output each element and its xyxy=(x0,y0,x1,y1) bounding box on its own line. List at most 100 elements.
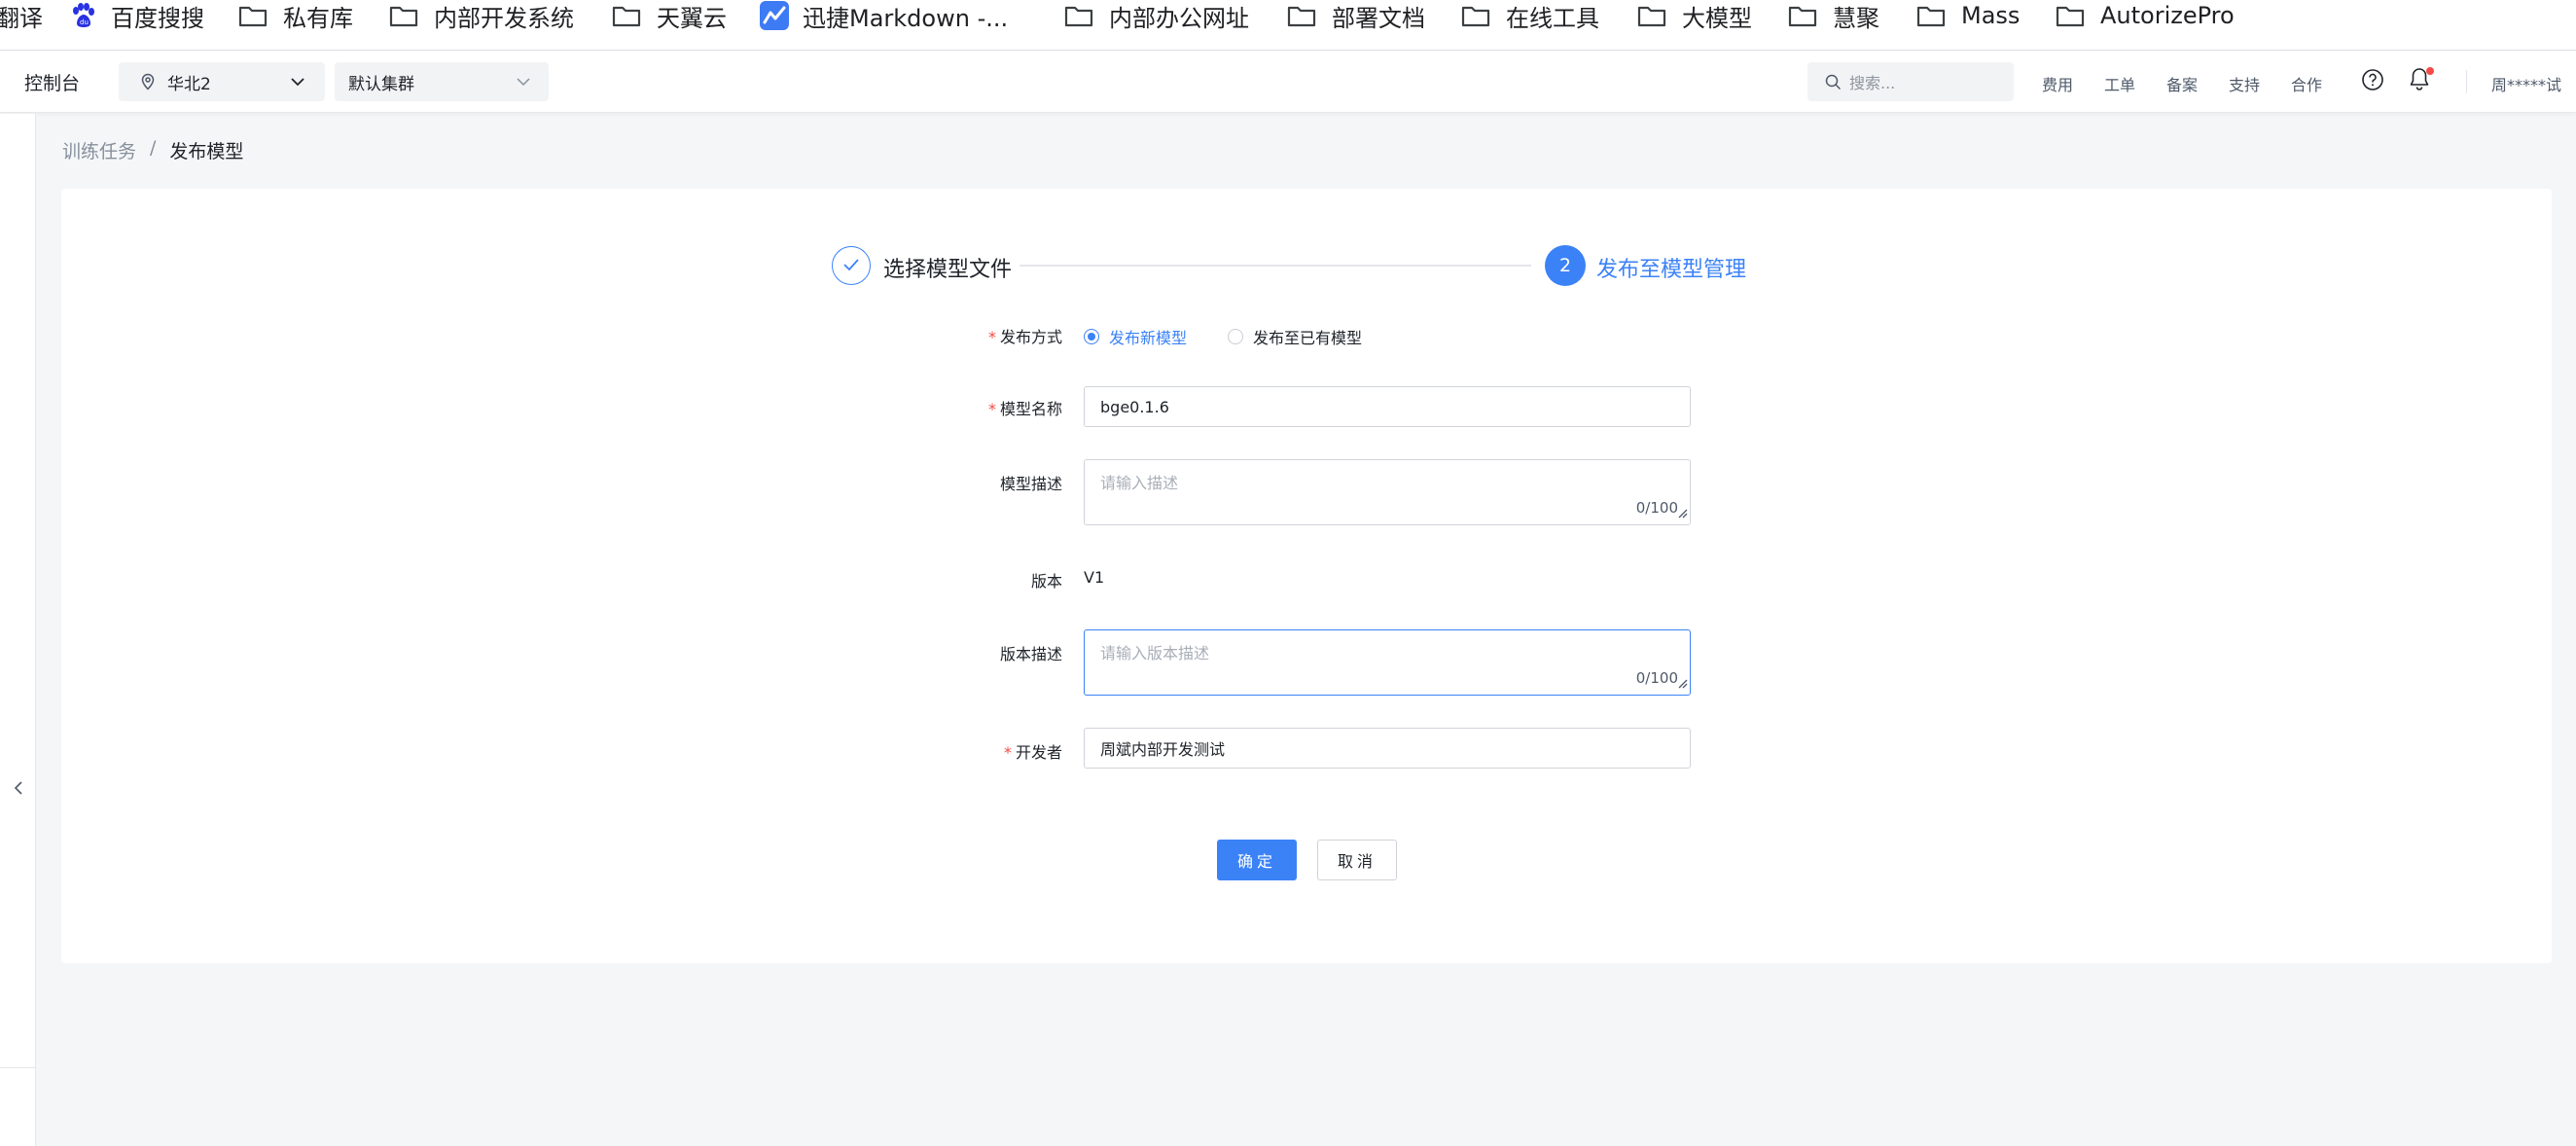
step-2-indicator: 2 xyxy=(1545,245,1586,286)
version-desc-label: 版本描述 xyxy=(999,645,1062,663)
breadcrumb-separator: / xyxy=(150,137,157,159)
bookmark-label: 翻译 xyxy=(0,4,43,32)
bookmark-huiju[interactable]: 慧聚 xyxy=(1788,0,1879,32)
bookmark-label: 内部办公网址 xyxy=(1109,4,1249,32)
version-value: V1 xyxy=(1084,568,1105,587)
bookmark-baidu[interactable]: du 百度搜搜 xyxy=(68,0,204,32)
publish-mode-label: * 发布方式 xyxy=(987,328,1062,346)
nav-link-support[interactable]: 支持 xyxy=(2229,72,2260,95)
bookmark-mass[interactable]: Mass xyxy=(1916,0,2020,31)
radio-dot xyxy=(1228,329,1243,344)
folder-icon xyxy=(612,4,641,27)
breadcrumb-parent[interactable]: 训练任务 xyxy=(62,137,136,163)
bookmark-label: 天翼云 xyxy=(657,4,727,32)
breadcrumb-current: 发布模型 xyxy=(169,141,244,162)
location-pin-icon xyxy=(140,73,156,90)
bookmark-online-tools[interactable]: 在线工具 xyxy=(1461,0,1599,32)
svg-text:du: du xyxy=(80,18,89,26)
search-input[interactable]: 搜索... xyxy=(1807,62,2014,101)
folder-icon xyxy=(1064,4,1093,27)
bookmark-office-sites[interactable]: 内部办公网址 xyxy=(1064,0,1249,32)
model-name-label: * 模型名称 xyxy=(987,400,1062,418)
region-value: 华北2 xyxy=(167,74,211,94)
nav-link-partner[interactable]: 合作 xyxy=(2291,72,2322,95)
version-desc-textarea[interactable]: 请输入版本描述 0/100 xyxy=(1084,629,1691,696)
notification-bell-icon[interactable] xyxy=(2408,66,2434,95)
nav-link-filing[interactable]: 备案 xyxy=(2166,72,2198,95)
char-counter: 0/100 xyxy=(1635,669,1678,687)
folder-icon xyxy=(389,4,418,27)
help-icon[interactable] xyxy=(2361,68,2384,95)
bookmark-tianyi-cloud[interactable]: 天翼云 xyxy=(612,0,727,32)
bookmark-label: 内部开发系统 xyxy=(434,4,574,32)
resize-handle-icon[interactable] xyxy=(1676,674,1688,693)
developer-label: * 开发者 xyxy=(1003,743,1062,762)
radio-label: 发布新模型 xyxy=(1109,329,1188,347)
bookmark-label: AutorizePro xyxy=(2100,2,2235,29)
top-nav: 控制台 华北2 默认集群 搜索... 费用 工单 备案 支持 合作 周*****… xyxy=(0,51,2576,113)
bookmark-label: 迅捷Markdown -... xyxy=(803,4,1009,32)
cancel-button[interactable]: 取消 xyxy=(1317,840,1397,880)
console-link[interactable]: 控制台 xyxy=(24,69,80,95)
markdown-app-icon xyxy=(760,1,789,30)
developer-input[interactable]: 周斌内部开发测试 xyxy=(1084,728,1691,769)
model-desc-placeholder: 请输入描述 xyxy=(1100,474,1179,492)
cluster-value: 默认集群 xyxy=(348,74,414,94)
version-label: 版本 xyxy=(1030,572,1062,591)
version-desc-placeholder: 请输入版本描述 xyxy=(1100,644,1210,663)
publish-model-card xyxy=(61,189,2552,963)
bookmark-label: 大模型 xyxy=(1682,4,1752,32)
radio-publish-new-model[interactable]: 发布新模型 xyxy=(1084,325,1187,348)
nav-link-ticket[interactable]: 工单 xyxy=(2104,72,2135,95)
bookmark-label: 慧聚 xyxy=(1833,4,1879,32)
resize-handle-icon[interactable] xyxy=(1676,504,1688,522)
cluster-select[interactable]: 默认集群 xyxy=(335,62,549,101)
bookmarks-bar: 翻译 du 百度搜搜 私有库 内部开发系统 天翼云 迅捷Markdown -..… xyxy=(0,0,2576,51)
radio-label: 发布至已有模型 xyxy=(1253,329,1363,347)
folder-icon xyxy=(1637,4,1666,27)
model-name-value: bge0.1.6 xyxy=(1100,397,1169,416)
search-placeholder: 搜索... xyxy=(1849,74,1896,92)
folder-icon xyxy=(1287,4,1316,27)
user-menu[interactable]: 周*****试 xyxy=(2491,72,2561,95)
model-desc-label: 模型描述 xyxy=(999,475,1062,493)
bookmark-label: 在线工具 xyxy=(1506,4,1599,32)
bookmark-label: Mass xyxy=(1961,2,2021,29)
char-counter: 0/100 xyxy=(1635,499,1678,517)
bookmark-internal-dev[interactable]: 内部开发系统 xyxy=(389,0,574,32)
step-connector xyxy=(1020,265,1531,267)
bookmark-deploy-docs[interactable]: 部署文档 xyxy=(1287,0,1425,32)
chevron-down-icon xyxy=(290,74,305,94)
developer-value: 周斌内部开发测试 xyxy=(1100,740,1226,759)
bookmark-private-repo[interactable]: 私有库 xyxy=(238,0,353,32)
radio-publish-existing-model[interactable]: 发布至已有模型 xyxy=(1228,325,1362,348)
folder-icon xyxy=(238,4,268,27)
model-name-input[interactable]: bge0.1.6 xyxy=(1084,386,1691,427)
folder-icon xyxy=(1788,4,1817,27)
breadcrumb: 训练任务 / 发布模型 xyxy=(62,137,243,163)
step-1-label: 选择模型文件 xyxy=(883,258,1013,282)
bookmark-markdown[interactable]: 迅捷Markdown -... xyxy=(760,0,1009,32)
bookmark-label: 私有库 xyxy=(283,4,353,32)
bookmark-label: 百度搜搜 xyxy=(111,4,204,32)
confirm-button[interactable]: 确定 xyxy=(1217,840,1297,880)
left-rail xyxy=(0,114,36,1146)
folder-icon xyxy=(2056,4,2085,27)
bookmark-autorizepro[interactable]: AutorizePro xyxy=(2056,0,2235,31)
rail-divider xyxy=(0,1067,36,1068)
region-select[interactable]: 华北2 xyxy=(119,62,325,101)
bookmark-label: 部署文档 xyxy=(1332,4,1425,32)
radio-dot xyxy=(1084,329,1099,344)
notification-dot xyxy=(2426,67,2434,75)
check-icon xyxy=(842,257,860,275)
collapse-sidebar-button[interactable] xyxy=(0,756,36,824)
folder-icon xyxy=(1916,4,1946,27)
model-desc-textarea[interactable]: 请输入描述 0/100 xyxy=(1084,459,1691,525)
step-1-indicator xyxy=(832,246,871,285)
nav-link-billing[interactable]: 费用 xyxy=(2042,72,2073,95)
bookmark-llm[interactable]: 大模型 xyxy=(1637,0,1752,32)
step-2-label: 发布至模型管理 xyxy=(1596,258,1747,282)
chevron-left-icon xyxy=(13,780,24,800)
bookmark-translate[interactable]: 翻译 xyxy=(0,0,43,32)
folder-icon xyxy=(1461,4,1490,27)
